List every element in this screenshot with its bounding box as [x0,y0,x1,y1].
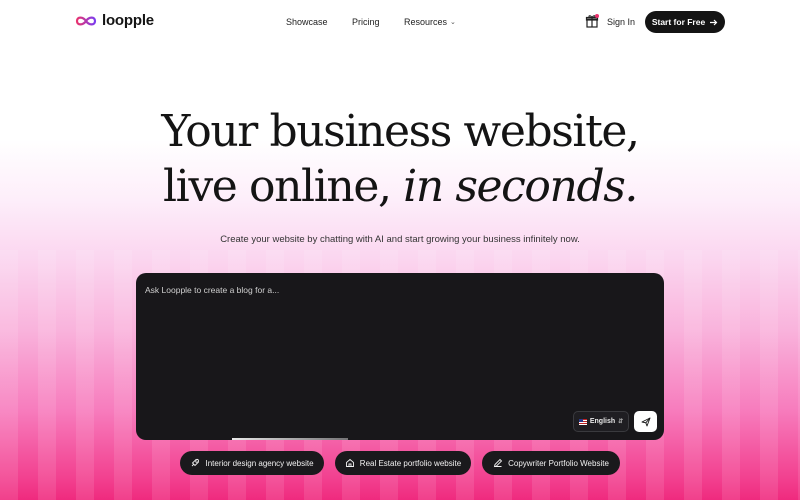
pen-icon [493,458,503,468]
arrow-right-icon [710,19,718,25]
notification-dot [595,14,599,18]
start-for-free-label: Start for Free [651,17,706,27]
sign-in-link[interactable]: Sign In [607,17,635,27]
brand-name: loopple [102,12,154,29]
prompt-box: English ⇵ [136,273,664,440]
top-navigation: loopple Showcase Pricing Resources ⌄ Sig… [0,0,800,44]
prompt-input[interactable] [145,282,645,298]
home-icon [345,458,354,467]
nav-link-resources[interactable]: Resources ⌄ [404,17,456,27]
suggestion-chip-interior[interactable]: Interior design agency website [180,451,324,475]
suggestion-chip-real-estate[interactable]: Real Estate portfolio website [335,451,471,475]
prompt-progress-line [232,438,348,440]
send-icon [641,417,650,426]
nav-link-showcase[interactable]: Showcase [286,17,328,27]
language-label: English [589,418,616,425]
hero-heading: Your business website, live online, in s… [0,104,800,214]
suggestion-chip-label: Interior design agency website [205,458,314,468]
suggestion-chip-copywriter[interactable]: Copywriter Portfolio Website [482,451,620,475]
suggestion-chip-label: Real Estate portfolio website [359,458,462,468]
chevron-up-down-icon: ⇵ [618,419,624,425]
nav-link-resources-label: Resources [404,17,448,27]
infinity-icon [75,16,97,25]
hero-line-2: live online, [163,161,404,212]
send-button[interactable] [634,411,657,432]
hero-line-2-italic: in seconds. [403,161,638,212]
chevron-down-icon: ⌄ [450,19,456,26]
hero-section: Your business website, live online, in s… [0,104,800,214]
hero-subtitle: Create your website by chatting with AI … [220,234,580,245]
us-flag-icon [578,418,587,425]
hero-line-1: Your business website, [161,106,640,157]
brand-logo[interactable]: loopple [75,12,154,29]
nav-link-pricing[interactable]: Pricing [352,17,380,27]
suggestion-chip-label: Copywriter Portfolio Website [508,458,609,468]
language-select[interactable]: English ⇵ [573,411,629,432]
start-for-free-button[interactable]: Start for Free [645,11,725,33]
rocket-icon [192,458,200,467]
